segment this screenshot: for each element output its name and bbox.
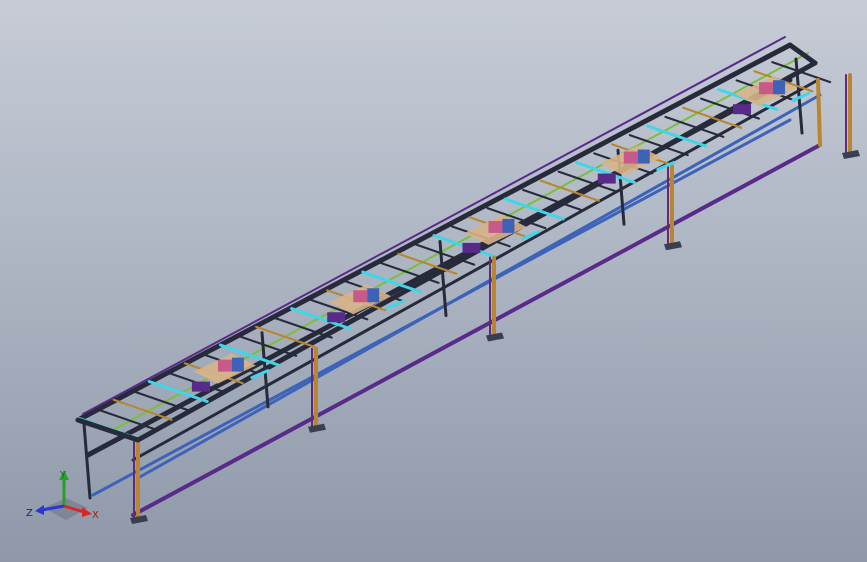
leg-foot-3: [664, 241, 682, 251]
far-end-leg: [816, 78, 822, 147]
mid-rail-front: [136, 93, 822, 480]
floor-rail-front: [131, 143, 822, 517]
station-bracket-2: [462, 242, 481, 253]
station-motor-0: [217, 359, 232, 372]
view-orientation-triad[interactable]: Y X Z: [22, 468, 102, 524]
cross-member-39: [771, 61, 832, 84]
station-bracket-3: [597, 173, 616, 184]
station-bracket-0: [191, 381, 210, 392]
leg-foot-2: [486, 332, 504, 342]
leg-foot-1: [308, 423, 326, 433]
x-axis-label: X: [92, 510, 99, 521]
top-guide-rail: [82, 36, 786, 415]
graphics-viewport[interactable]: Y X Z: [0, 0, 867, 562]
z-axis-label: Z: [26, 508, 33, 519]
station-motor-4: [759, 82, 774, 95]
station-gearbox-0: [231, 357, 244, 372]
mid-rail-front-upper: [131, 78, 820, 462]
conveyor-line-assembly-model[interactable]: [0, 0, 867, 562]
station-bracket-4: [733, 104, 752, 115]
station-bracket-1: [327, 312, 346, 323]
y-axis-label: Y: [59, 470, 67, 481]
station-motor-2: [488, 220, 503, 233]
leg-foot-4: [842, 150, 860, 159]
station-gearbox-1: [367, 288, 380, 303]
near-end-cap: [75, 417, 141, 443]
station-motor-1: [353, 290, 368, 303]
station-cyan-bar-4: [791, 91, 811, 102]
station-gearbox-4: [773, 80, 786, 95]
station-motor-3: [623, 151, 638, 164]
station-gearbox-3: [637, 149, 650, 164]
z-axis-arrowhead: [35, 505, 44, 515]
station-gearbox-2: [502, 218, 515, 233]
